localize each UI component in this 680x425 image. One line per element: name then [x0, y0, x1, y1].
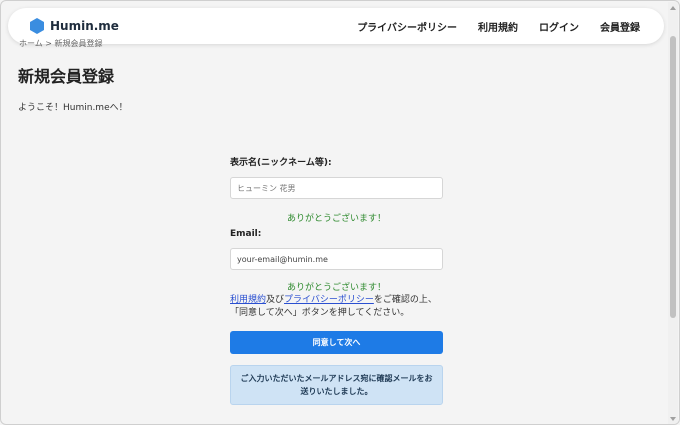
- confirmation-email-notice: ご入力いただいたメールアドレス宛に確認メールをお送りいたしました。: [230, 365, 443, 405]
- browser-viewport: Humin.me プライバシーポリシー 利用規約 ログイン 会員登録 ホーム >…: [0, 0, 680, 425]
- terms-notice: 利用規約及びプライバシーポリシーをご確認の上、「同意して次へ」ボタンを押してくだ…: [230, 294, 443, 320]
- terms-link[interactable]: 利用規約: [230, 295, 266, 305]
- signup-form: 表示名(ニックネーム等): ありがとうございます！ Email: ありがとうござ…: [230, 155, 443, 405]
- brand[interactable]: Humin.me: [30, 18, 119, 34]
- breadcrumb: ホーム > 新規会員登録: [19, 39, 103, 47]
- vertical-scrollbar[interactable]: [668, 2, 678, 424]
- top-navbar: Humin.me プライバシーポリシー 利用規約 ログイン 会員登録: [8, 8, 664, 44]
- email-label: Email:: [230, 229, 262, 239]
- agree-next-button[interactable]: 同意して次へ: [230, 331, 443, 354]
- welcome-message: ようこそ！Humin.meへ！: [18, 103, 128, 113]
- scroll-down-arrow-icon[interactable]: [670, 417, 676, 421]
- nav-link-login[interactable]: ログイン: [539, 19, 579, 34]
- scrollbar-thumb[interactable]: [670, 36, 676, 318]
- nav-link-terms[interactable]: 利用規約: [478, 19, 518, 34]
- hexagon-logo-icon: [30, 18, 44, 34]
- nav-link-register[interactable]: 会員登録: [600, 19, 640, 34]
- scroll-up-arrow-icon[interactable]: [670, 6, 676, 10]
- brand-name: Humin.me: [50, 19, 119, 33]
- nickname-label: 表示名(ニックネーム等):: [230, 158, 332, 168]
- nickname-success-message: ありがとうございます！: [286, 214, 386, 224]
- page-title: 新規会員登録: [18, 67, 115, 86]
- nickname-input[interactable]: [230, 177, 443, 199]
- terms-and-text: 及び: [266, 295, 285, 305]
- privacy-policy-link[interactable]: プライバシーポリシー: [284, 295, 374, 305]
- nav-links: プライバシーポリシー 利用規約 ログイン 会員登録: [357, 19, 640, 34]
- nav-link-privacy-policy[interactable]: プライバシーポリシー: [357, 19, 457, 34]
- email-input[interactable]: [230, 248, 443, 270]
- email-success-message: ありがとうございます！: [286, 283, 386, 293]
